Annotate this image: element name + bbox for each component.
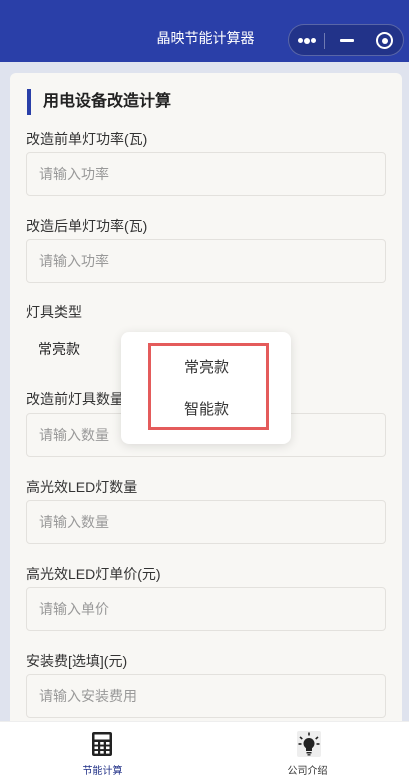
field-label-count-before: 改造前灯具数量 — [26, 391, 124, 407]
field-label-power-before: 改造前单灯功率(瓦) — [26, 131, 148, 147]
capsule-menu — [288, 24, 404, 56]
minimize-button[interactable] — [329, 25, 365, 55]
capsule-divider — [324, 33, 325, 49]
picker-option-always-on[interactable]: 常亮款 — [148, 356, 265, 377]
field-label-lamp-type: 灯具类型 — [26, 304, 82, 320]
power-after-input[interactable] — [26, 239, 386, 283]
picker-option-smart[interactable]: 智能款 — [148, 398, 265, 419]
field-label-install-fee: 安装费[选填](元) — [26, 653, 128, 669]
install-fee-input[interactable] — [26, 674, 386, 718]
field-label-power-after: 改造后单灯功率(瓦) — [26, 218, 148, 234]
tab-label-energy-calc: 节能计算 — [82, 766, 123, 777]
close-miniprogram-button[interactable] — [367, 25, 403, 55]
calculator-icon — [92, 732, 112, 756]
navigation-bar: 晶映节能计算器 — [0, 0, 409, 62]
led-price-input[interactable] — [26, 587, 386, 631]
more-options-button[interactable] — [289, 25, 323, 55]
tab-label-company-intro: 公司介绍 — [287, 766, 328, 777]
led-count-input[interactable] — [26, 500, 386, 544]
lightbulb-icon — [297, 731, 321, 757]
power-before-input[interactable] — [26, 152, 386, 196]
section-title: 用电设备改造计算 — [27, 89, 171, 115]
tab-bar: 节能计算 公司介绍 — [0, 721, 409, 777]
field-label-led-price: 高光效LED灯单价(元) — [26, 566, 161, 582]
lamp-type-select[interactable]: 常亮款 — [38, 339, 80, 359]
tab-company-intro[interactable]: 公司介绍 — [205, 722, 409, 777]
field-label-led-count: 高光效LED灯数量 — [26, 479, 138, 495]
tab-energy-calc[interactable]: 节能计算 — [0, 722, 205, 777]
